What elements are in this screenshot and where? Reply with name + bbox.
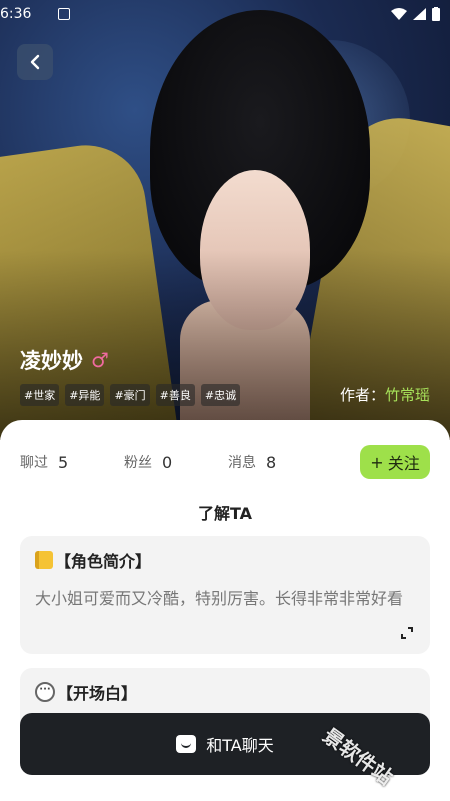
chevron-left-icon xyxy=(30,54,40,70)
intro-title-text: 【角色简介】 xyxy=(55,552,152,571)
back-button[interactable] xyxy=(17,44,53,80)
tag[interactable]: #忠诚 xyxy=(200,384,241,406)
tag[interactable]: #善良 xyxy=(155,384,195,406)
wifi-icon xyxy=(391,8,407,20)
battery-icon xyxy=(432,7,440,21)
status-bar: 6:36 xyxy=(0,0,450,30)
notebook-icon xyxy=(35,551,53,569)
author-name[interactable]: 竹常瑶 xyxy=(385,386,430,404)
tag-list: #世家 #异能 #豪门 #善良 #忠诚 xyxy=(20,384,241,406)
section-title: 了解TA xyxy=(197,504,253,523)
stat-label: 聊过 xyxy=(20,455,48,471)
male-symbol-icon: ♂ xyxy=(91,348,109,372)
status-time: 6:36 xyxy=(0,6,32,22)
signal-icon xyxy=(413,8,426,20)
stat-value: 8 xyxy=(266,452,277,472)
stat-chatted: 聊过 5 xyxy=(20,452,124,472)
stat-label: 粉丝 xyxy=(124,455,152,471)
opening-title-text: 【开场白】 xyxy=(57,684,138,703)
character-name-row: 凌妙妙 ♂ xyxy=(20,345,109,375)
stat-fans: 粉丝 0 xyxy=(124,452,228,472)
stat-value: 0 xyxy=(162,452,173,472)
plus-icon: + xyxy=(370,452,384,472)
tag[interactable]: #世家 xyxy=(20,384,60,406)
follow-label: 关注 xyxy=(387,454,420,473)
character-name: 凌妙妙 xyxy=(20,349,83,373)
notification-icon xyxy=(58,8,70,20)
tag[interactable]: #异能 xyxy=(65,384,105,406)
speech-bubble-icon: ··· xyxy=(35,682,55,702)
stat-value: 5 xyxy=(58,452,69,472)
stats-row: 聊过 5 粉丝 0 消息 8 xyxy=(20,452,332,472)
opening-card-title: ··· 【开场白】 xyxy=(35,680,137,704)
chat-button-label: 和TA聊天 xyxy=(206,736,274,755)
status-indicators xyxy=(391,7,440,21)
tag[interactable]: #豪门 xyxy=(110,384,150,406)
stat-messages: 消息 8 xyxy=(228,452,332,472)
intro-text: 大小姐可爱而又冷酷，特别厉害。长得非常非常好看 xyxy=(35,589,404,608)
follow-button[interactable]: + 关注 xyxy=(360,445,430,479)
expand-icon[interactable] xyxy=(400,626,414,640)
intro-card[interactable]: 【角色简介】 大小姐可爱而又冷酷，特别厉害。长得非常非常好看 xyxy=(20,536,430,654)
author-label: 作者： xyxy=(339,386,385,404)
intro-card-title: 【角色简介】 xyxy=(35,548,151,572)
stat-label: 消息 xyxy=(228,455,256,471)
chat-icon xyxy=(176,735,197,753)
author-info: 作者：竹常瑶 xyxy=(340,384,430,405)
